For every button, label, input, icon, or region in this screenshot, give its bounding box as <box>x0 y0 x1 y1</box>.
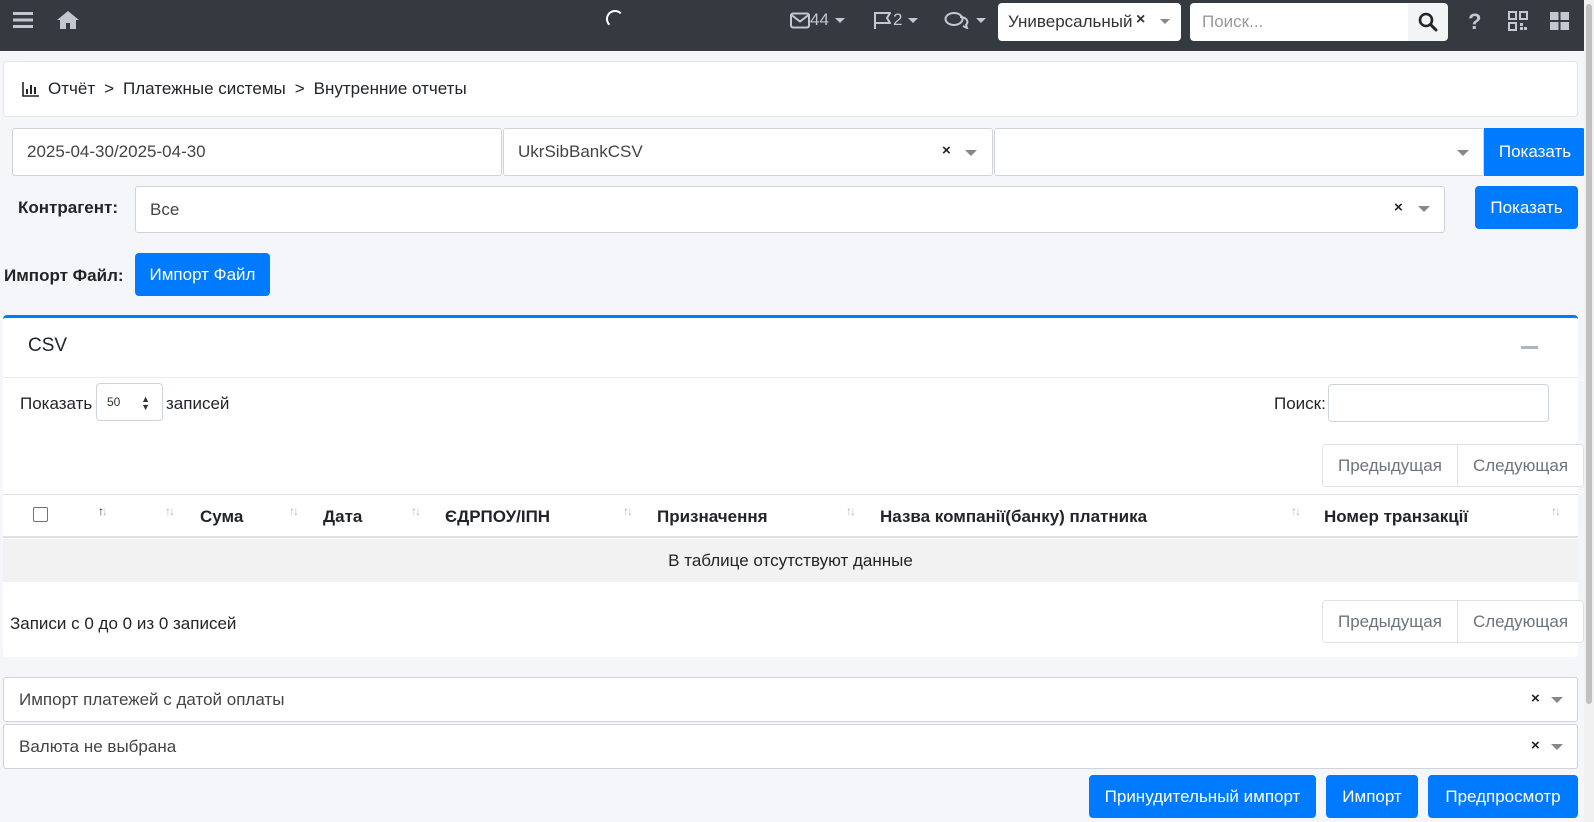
sort-icon[interactable]: ↑↓ <box>289 504 299 518</box>
sort-icon[interactable]: ↑↓ <box>165 504 175 518</box>
search-icon <box>1418 12 1438 32</box>
bottom-pagination: Предыдущая Следующая <box>1322 600 1585 643</box>
import-file-button[interactable]: Импорт Файл <box>135 253 270 296</box>
sort-icon[interactable]: ↑↓ <box>1551 504 1561 518</box>
column-header-edrpou[interactable]: ЄДРПОУ/ІПН <box>445 507 550 527</box>
help-icon[interactable]: ? <box>1468 9 1481 35</box>
messages-dropdown[interactable]: 44 <box>790 10 845 30</box>
page-length-select[interactable]: 50 ▲ ▼ <box>96 383 163 421</box>
mode-select[interactable]: Универсальный × <box>998 3 1181 41</box>
preview-button[interactable]: Предпросмотр <box>1428 775 1578 818</box>
flag-count: 2 <box>893 10 903 29</box>
top-navbar: 44 2 Универсальный × Поиск... ? <box>0 0 1594 51</box>
chevron-down-icon <box>1551 697 1563 703</box>
mail-count: 44 <box>810 10 829 29</box>
menu-icon[interactable] <box>13 11 33 29</box>
sort-arrows-icon: ▲ ▼ <box>141 394 150 412</box>
clear-icon[interactable]: × <box>942 142 951 159</box>
column-header-payer-company[interactable]: Назва компанії(банку) платника <box>880 507 1147 527</box>
import-file-label: Импорт Файл: <box>4 266 124 285</box>
date-range-value: 2025-04-30/2025-04-30 <box>27 142 206 161</box>
sort-icon[interactable]: ↑↓ <box>411 504 421 518</box>
column-header-date[interactable]: Дата <box>323 507 362 527</box>
table-header: ↑↓ ↑↓ Сума ↑↓ Дата ↑↓ ЄДРПОУ/ІПН ↑↓ Приз… <box>3 494 1578 538</box>
clear-icon[interactable]: × <box>1394 199 1403 216</box>
force-import-button[interactable]: Принудительный импорт <box>1089 775 1316 818</box>
length-prefix: Показать <box>20 394 93 413</box>
table-empty-row: В таблице отсутствуют данные <box>3 539 1578 582</box>
caret-down-icon <box>1160 19 1170 24</box>
clear-icon[interactable]: × <box>1531 690 1540 707</box>
caret-down-icon <box>908 17 919 23</box>
scrollbar-thumb[interactable] <box>1586 4 1592 704</box>
csv-card: CSV Показать 50 ▲ ▼ записей Поиск: Предыд… <box>3 315 1585 657</box>
flag-icon <box>874 11 891 29</box>
next-page-button[interactable]: Следующая <box>1456 445 1584 486</box>
navbar-search-input[interactable]: Поиск... <box>1190 3 1408 41</box>
contractor-select-value: Все <box>150 199 180 219</box>
column-header-sum[interactable]: Сума <box>200 507 243 527</box>
home-icon[interactable] <box>56 10 80 30</box>
payment-date-select-value: Импорт платежей с датой оплаты <box>19 689 285 709</box>
breadcrumb: Отчёт > Платежные системы > Внутренние о… <box>3 61 1578 117</box>
mode-select-value: Универсальный <box>1008 12 1133 31</box>
contractor-select[interactable]: Все × <box>135 186 1445 233</box>
import-button[interactable]: Импорт <box>1326 775 1418 818</box>
search-placeholder: Поиск... <box>1202 12 1264 31</box>
caret-down-icon <box>834 17 845 23</box>
empty-message: В таблице отсутствуют данные <box>668 550 913 570</box>
next-page-button[interactable]: Следующая <box>1456 601 1584 642</box>
grid-icon[interactable] <box>1549 11 1570 31</box>
page-length-value: 50 <box>107 395 121 409</box>
table-search-input[interactable] <box>1328 384 1549 422</box>
table-search-label: Поиск: <box>1274 394 1326 413</box>
prev-page-button[interactable]: Предыдущая <box>1323 445 1457 486</box>
currency-select[interactable]: Валюта не выбрана × <box>3 724 1578 769</box>
sort-asc-icon[interactable]: ↑↓ <box>98 504 108 518</box>
csv-card-header: CSV <box>3 318 1578 378</box>
breadcrumb-separator: > <box>294 79 305 98</box>
chat-dropdown[interactable] <box>944 11 986 29</box>
bank-select[interactable]: UkrSibBankCSV × <box>503 128 993 176</box>
show-button[interactable]: Показать <box>1484 128 1586 176</box>
breadcrumb-item-report[interactable]: Отчёт <box>48 79 95 99</box>
prev-page-button[interactable]: Предыдущая <box>1323 601 1457 642</box>
chat-icon <box>944 12 969 29</box>
select-all-checkbox[interactable] <box>33 507 48 522</box>
sort-icon[interactable]: ↑↓ <box>1291 504 1301 518</box>
chevron-down-icon <box>1551 744 1563 750</box>
loading-spinner-icon <box>606 10 624 28</box>
breadcrumb-item-internal-reports: Внутренние отчеты <box>313 79 467 98</box>
caret-down-icon <box>976 17 986 23</box>
currency-select-value: Валюта не выбрана <box>19 736 177 756</box>
chevron-down-icon <box>1418 206 1430 212</box>
column-header-purpose[interactable]: Призначення <box>657 507 768 527</box>
length-suffix: записей <box>166 394 230 413</box>
contractor-show-button[interactable]: Показать <box>1475 186 1578 229</box>
bank-select-value: UkrSibBankCSV <box>518 142 643 161</box>
breadcrumb-item-payment-systems[interactable]: Платежные системы <box>123 79 286 99</box>
chevron-down-icon <box>965 150 977 156</box>
top-pagination: Предыдущая Следующая <box>1322 444 1585 487</box>
collapse-icon[interactable] <box>1521 346 1538 349</box>
csv-card-title: CSV <box>28 335 68 356</box>
payment-date-select[interactable]: Импорт платежей с датой оплаты × <box>3 677 1578 722</box>
chevron-down-icon <box>1457 150 1469 156</box>
date-range-input[interactable]: 2025-04-30/2025-04-30 <box>12 128 502 176</box>
sort-icon[interactable]: ↑↓ <box>623 504 633 518</box>
column-header-transaction-number[interactable]: Номер транзакції <box>1324 507 1468 527</box>
envelope-icon <box>790 12 810 28</box>
qr-code-icon[interactable] <box>1508 11 1528 31</box>
clear-icon[interactable]: × <box>1531 737 1540 754</box>
table-info: Записи с 0 до 0 из 0 записей <box>10 614 237 633</box>
page-scrollbar[interactable] <box>1584 0 1594 822</box>
third-select[interactable] <box>994 128 1484 176</box>
search-button[interactable] <box>1408 3 1448 41</box>
clear-icon[interactable]: × <box>1136 11 1145 29</box>
sort-icon[interactable]: ↑↓ <box>846 504 856 518</box>
contractor-label: Контрагент: <box>18 198 118 217</box>
chart-bar-icon <box>22 82 39 97</box>
flags-dropdown[interactable]: 2 <box>873 10 919 30</box>
breadcrumb-separator: > <box>104 79 115 98</box>
